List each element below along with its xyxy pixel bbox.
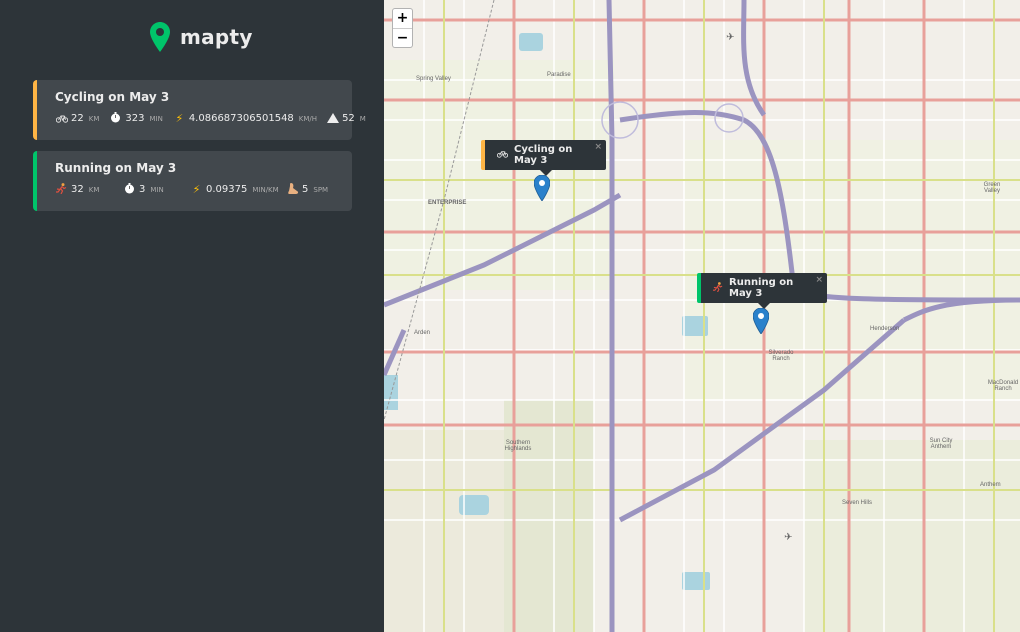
zoom-in-button[interactable]: +	[393, 9, 412, 28]
pace-value: 0.09375	[206, 184, 248, 195]
pace-detail: ⚡ 0.09375 min/km	[190, 184, 286, 195]
map-label: Southern Highlands	[504, 440, 532, 452]
map-label: Sun City Anthem	[929, 438, 953, 450]
workout-item-cycling[interactable]: Cycling on May 3 22 km 323 min ⚡ 4.08668…	[33, 80, 366, 140]
popup-label: Running on May 3	[729, 277, 794, 299]
duration-value: 323	[125, 113, 145, 124]
map-pin-logo-icon	[150, 22, 170, 52]
distance-unit: km	[88, 185, 100, 194]
zoom-out-button[interactable]: −	[393, 28, 412, 47]
distance-detail: 22 km	[55, 113, 99, 125]
svg-text:✈: ✈	[784, 532, 792, 543]
map-label: Anthem	[980, 482, 1001, 488]
logo-text: mapty	[180, 25, 253, 49]
lightning-icon: ⚡	[192, 183, 201, 196]
map[interactable]: ✈ ✈ Spring Valley Paradise Enterprise Ar…	[384, 0, 1020, 632]
bicycle-icon	[55, 113, 68, 125]
map-marker-running[interactable]	[752, 307, 770, 335]
pace-unit: min/km	[252, 185, 279, 194]
workout-title: Cycling on May 3	[55, 90, 170, 104]
map-label: Green Valley	[983, 182, 1001, 194]
footprint-icon	[286, 183, 299, 196]
distance-value: 22	[71, 113, 84, 124]
workout-title: Running on May 3	[55, 161, 177, 175]
stopwatch-icon	[123, 183, 136, 196]
distance-value: 32	[71, 184, 84, 195]
lightning-icon: ⚡	[175, 112, 184, 125]
map-tiles[interactable]: ✈ ✈	[384, 0, 1020, 632]
map-label: Paradise	[547, 72, 571, 78]
distance-detail: 32 km	[55, 183, 123, 196]
duration-value: 3	[139, 184, 146, 195]
speed-value: 4.086687306501548	[188, 113, 294, 124]
map-label: Henderson	[870, 326, 900, 332]
map-label: Seven Hills	[842, 500, 873, 506]
workout-item-running[interactable]: Running on May 3 32 km 3 min ⚡ 0.09375 m…	[33, 151, 352, 211]
logo: mapty	[150, 22, 253, 52]
elevation-unit: m	[359, 114, 366, 123]
map-marker-icon	[533, 174, 551, 202]
workout-details: 22 km 323 min ⚡ 4.086687306501548 km/h 5…	[55, 112, 366, 125]
duration-unit: min	[150, 185, 164, 194]
speed-detail: ⚡ 4.086687306501548 km/h	[173, 113, 317, 124]
popup-cycling[interactable]: Cycling on May 3 ×	[481, 140, 606, 176]
sidebar: mapty Cycling on May 3 22 km 323 min ⚡ 4…	[0, 0, 384, 632]
map-label: Arden	[414, 330, 431, 336]
close-icon[interactable]: ×	[594, 142, 602, 152]
map-marker-icon	[752, 307, 770, 335]
popup-label: Cycling on May 3	[514, 144, 573, 166]
close-icon[interactable]: ×	[815, 275, 823, 285]
elevation-value: 52	[342, 113, 355, 124]
duration-detail: 3 min	[123, 183, 190, 196]
map-label: Silverado Ranch	[768, 350, 794, 362]
duration-detail: 323 min	[109, 112, 163, 125]
runner-icon	[713, 281, 723, 295]
svg-text:✈: ✈	[726, 32, 734, 43]
cadence-detail: 5 spm	[286, 183, 328, 196]
distance-unit: km	[88, 114, 100, 123]
map-label: MacDonald Ranch	[987, 380, 1019, 392]
zoom-control: + −	[392, 8, 413, 48]
duration-unit: min	[149, 114, 163, 123]
map-marker-cycling[interactable]	[533, 174, 551, 202]
bicycle-icon	[496, 149, 509, 161]
mountain-icon	[326, 112, 339, 125]
map-label: Enterprise	[428, 200, 467, 206]
popup-running[interactable]: Running on May 3 ×	[697, 273, 827, 309]
stopwatch-icon	[109, 112, 122, 125]
elevation-detail: 52 m	[326, 112, 366, 125]
cadence-value: 5	[302, 184, 309, 195]
workout-details: 32 km 3 min ⚡ 0.09375 min/km 5 spm	[55, 183, 338, 196]
speed-unit: km/h	[298, 114, 318, 123]
map-label: Spring Valley	[416, 76, 451, 82]
cadence-unit: spm	[313, 185, 329, 194]
runner-icon	[55, 183, 68, 196]
